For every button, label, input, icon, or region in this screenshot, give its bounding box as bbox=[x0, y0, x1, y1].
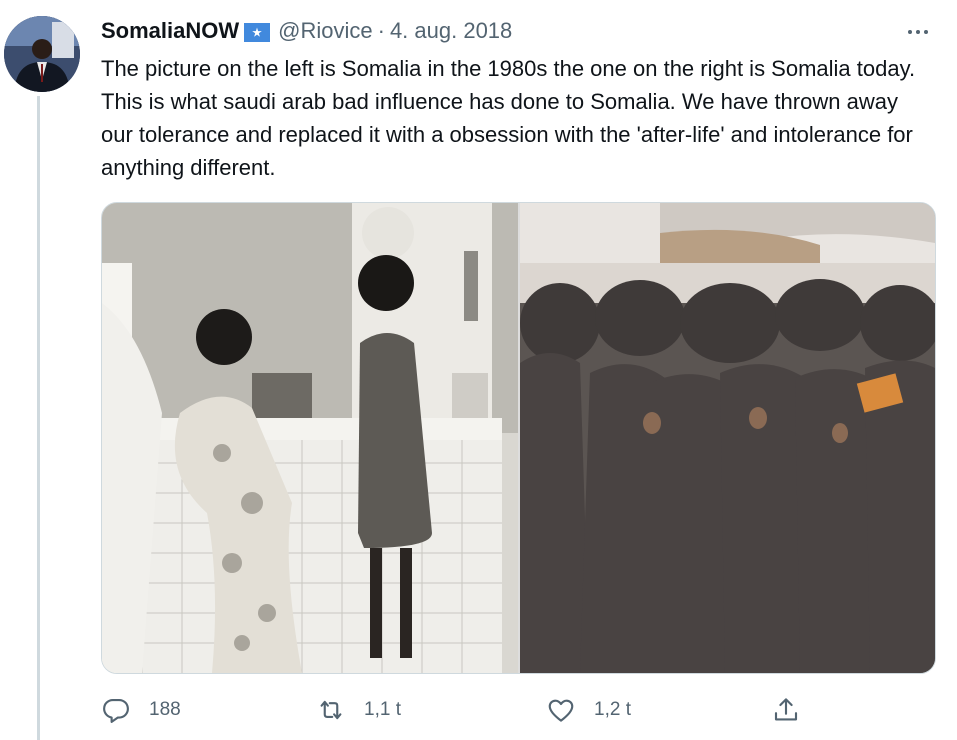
tweet-date[interactable]: 4. aug. 2018 bbox=[390, 18, 512, 44]
reply-count: 188 bbox=[149, 699, 181, 720]
reply-button[interactable]: 188 bbox=[101, 690, 181, 730]
somalia-flag-icon bbox=[244, 22, 271, 42]
reply-icon bbox=[103, 698, 129, 723]
photo-left[interactable] bbox=[102, 203, 518, 673]
tweet-header: SomaliaNOW @Riovice · 4. aug. 2018 bbox=[101, 15, 512, 47]
separator-dot: · bbox=[377, 18, 385, 43]
action-bar: 188 1,1 t 1,2 t bbox=[101, 690, 801, 730]
avatar-image bbox=[4, 16, 80, 92]
tweet[interactable]: SomaliaNOW @Riovice · 4. aug. 2018 The p… bbox=[0, 0, 957, 740]
like-button[interactable]: 1,2 t bbox=[546, 690, 631, 730]
retweet-icon bbox=[320, 700, 342, 720]
photo-right[interactable] bbox=[520, 203, 935, 673]
share-button[interactable] bbox=[771, 690, 801, 730]
retweet-count: 1,1 t bbox=[364, 699, 401, 720]
like-count: 1,2 t bbox=[594, 699, 631, 720]
retweet-button[interactable]: 1,1 t bbox=[316, 690, 401, 730]
more-options-icon[interactable] bbox=[900, 20, 936, 44]
modern-photo-image bbox=[520, 203, 935, 673]
vintage-photo-image bbox=[102, 203, 518, 673]
author-handle[interactable]: @Riovice bbox=[278, 18, 372, 44]
avatar[interactable] bbox=[4, 16, 80, 92]
share-icon bbox=[774, 698, 798, 721]
thread-line bbox=[37, 96, 40, 740]
heart-icon bbox=[548, 699, 574, 722]
tweet-text: The picture on the left is Somalia in th… bbox=[101, 56, 916, 180]
tweet-media[interactable] bbox=[101, 202, 936, 674]
author-name[interactable]: SomaliaNOW bbox=[101, 18, 239, 44]
